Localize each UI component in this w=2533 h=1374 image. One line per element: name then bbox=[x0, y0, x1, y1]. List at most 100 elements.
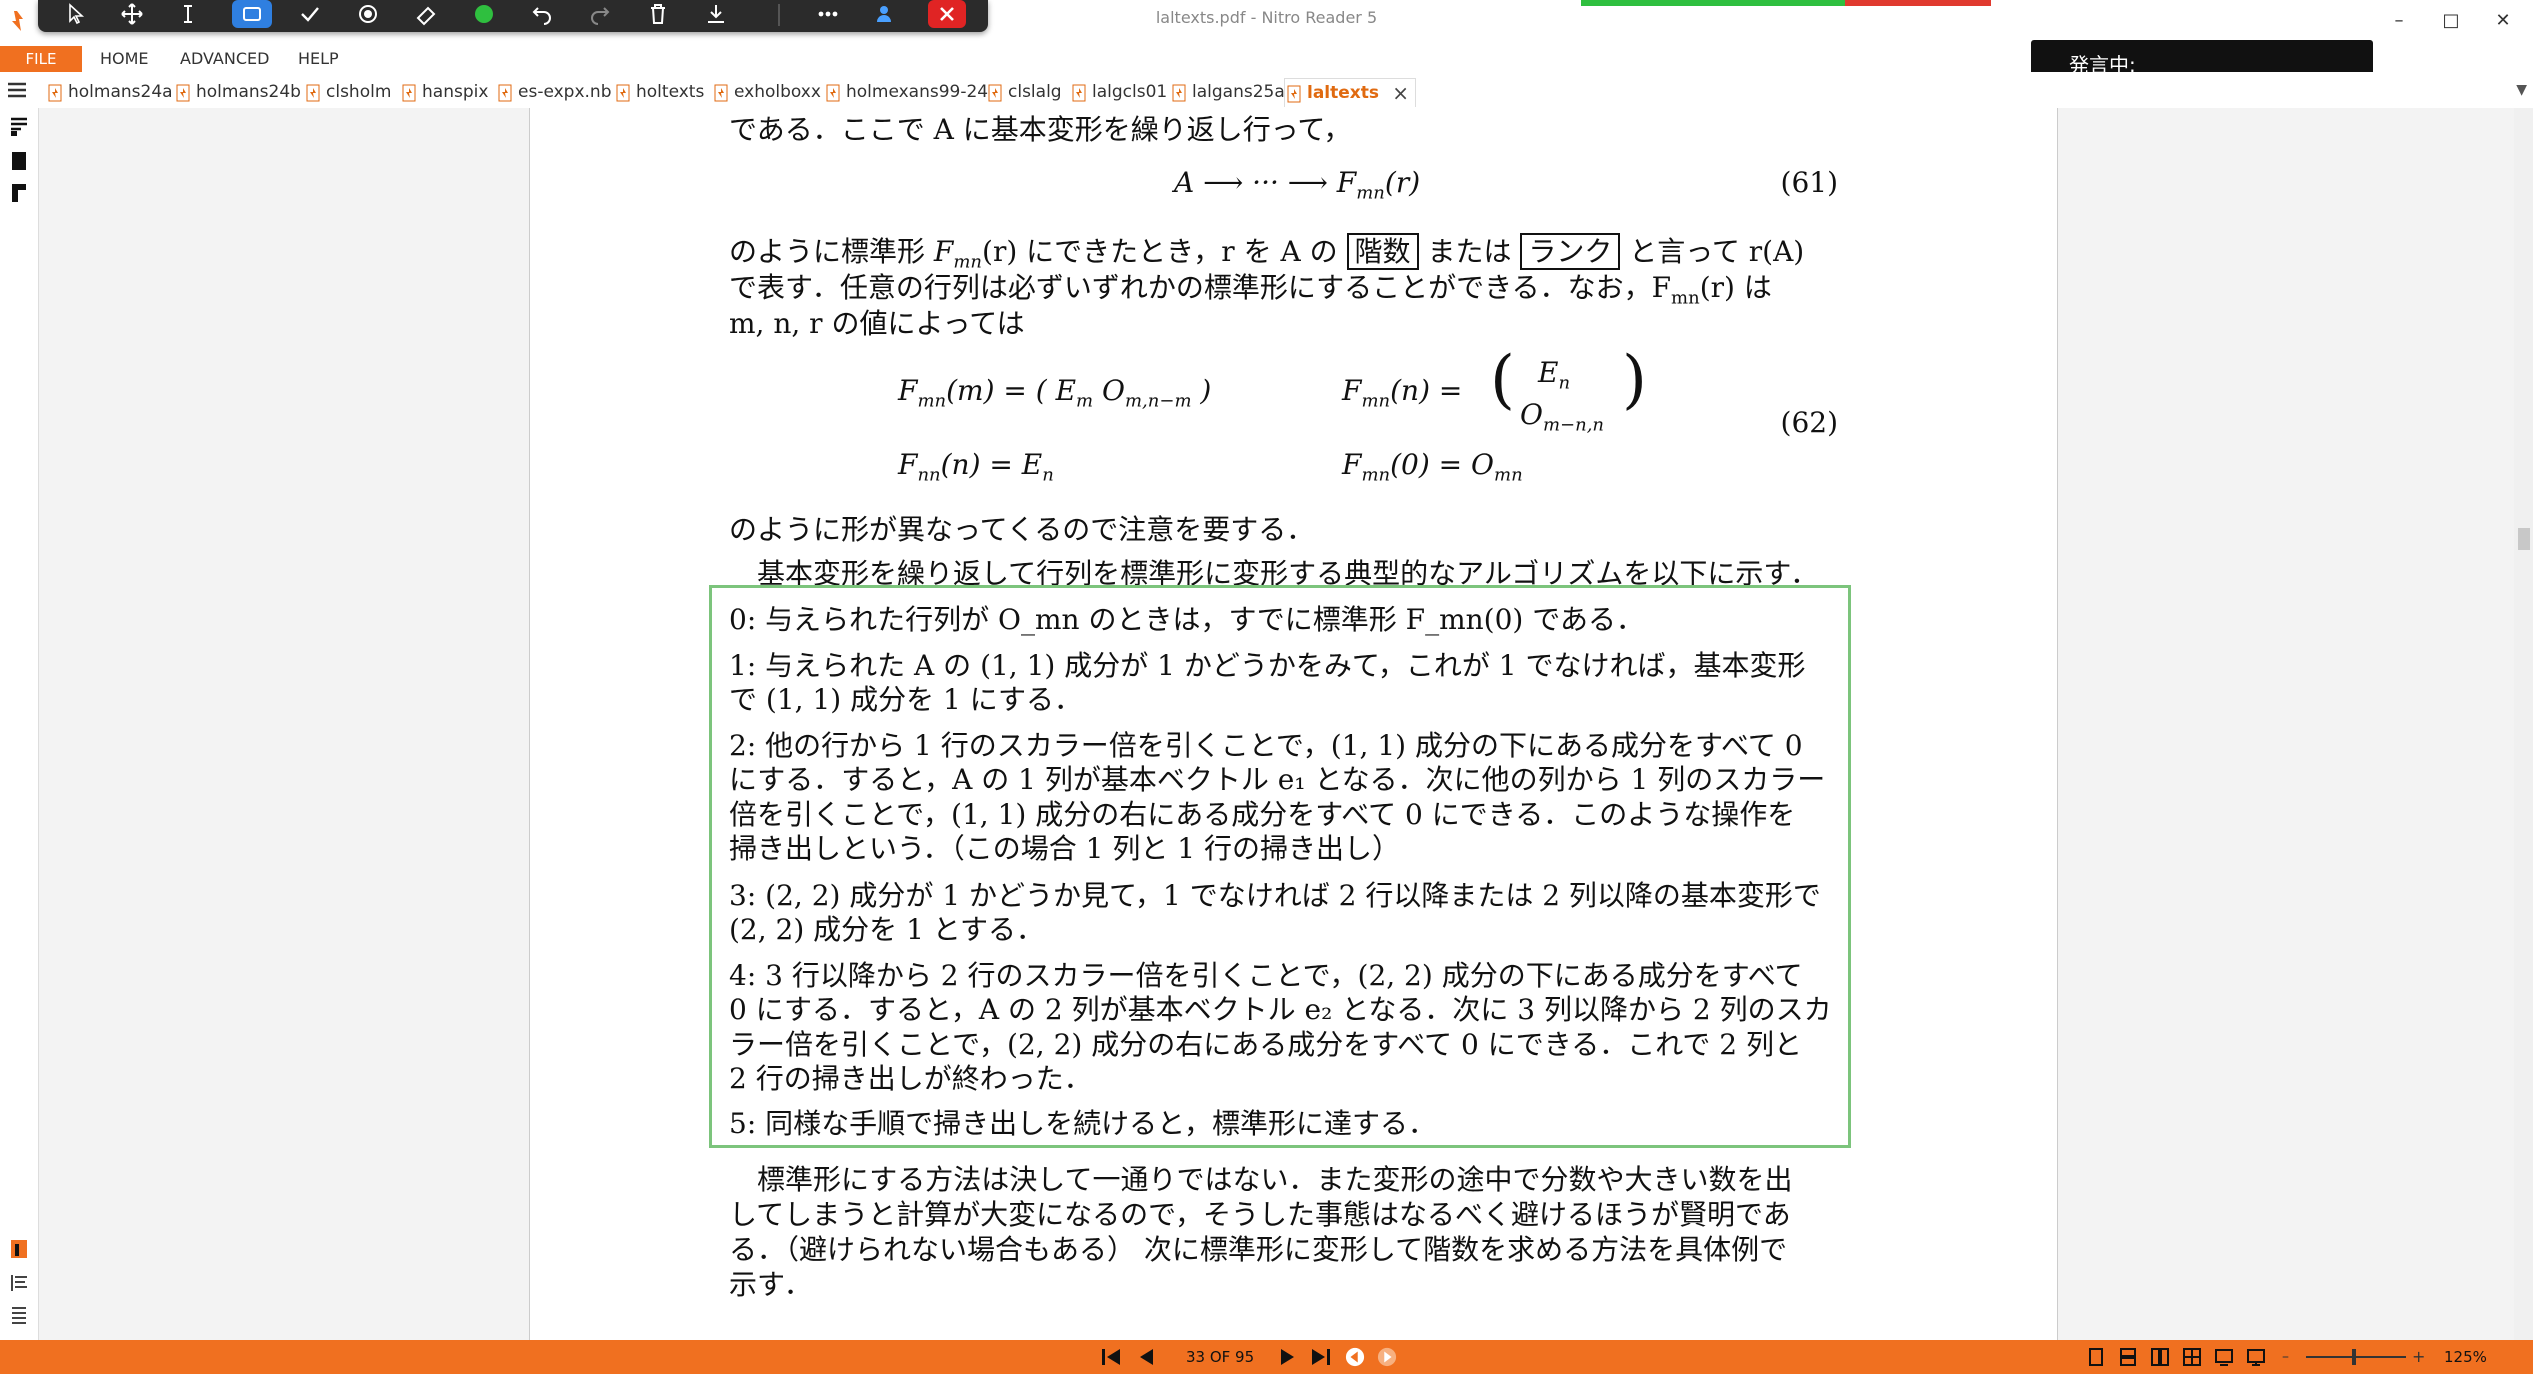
page-counter[interactable]: 33 OF 95 bbox=[1186, 1340, 1254, 1374]
pdf-page[interactable]: である．ここで A に基本変形を繰り返し行って， A ⟶ ··· ⟶ Fmn(r… bbox=[529, 108, 2058, 1340]
tab-laltexts-active[interactable]: laltexts × bbox=[1284, 78, 1416, 107]
redo-icon bbox=[591, 7, 610, 25]
zoom-level[interactable]: 125% bbox=[2444, 1340, 2487, 1374]
zoom-out-icon[interactable]: – bbox=[2282, 1347, 2289, 1367]
tab-lalgans25a[interactable]: lalgans25a bbox=[1170, 78, 1285, 106]
last-page-icon[interactable] bbox=[1308, 1347, 1332, 1367]
facing-continuous-view-icon[interactable] bbox=[2182, 1347, 2202, 1367]
next-page-icon[interactable] bbox=[1278, 1347, 1298, 1367]
list-panel-icon[interactable] bbox=[9, 1304, 29, 1326]
document-tab-bar: holmans24a holmans24b clsholm hanspix es… bbox=[0, 72, 2533, 109]
color-picker-button[interactable] bbox=[464, 0, 504, 28]
tab-hanspix[interactable]: hanspix bbox=[400, 78, 488, 106]
previous-page-icon[interactable] bbox=[1136, 1347, 1156, 1367]
math-span: F bbox=[933, 235, 954, 268]
eq-sub: mn bbox=[1494, 464, 1523, 486]
tab-lalgcls01[interactable]: lalgcls01 bbox=[1070, 78, 1167, 106]
eq-sub: m−n,n bbox=[1542, 414, 1605, 436]
equation-62-d: Fmn(0) = Omn bbox=[1342, 448, 1523, 486]
move-tool-button[interactable] bbox=[112, 0, 152, 28]
scrollbar-thumb[interactable] bbox=[2518, 528, 2530, 550]
eq-sub: nn bbox=[917, 464, 941, 486]
download-button[interactable] bbox=[696, 0, 736, 28]
tab-exholboxx[interactable]: exholboxx bbox=[712, 78, 821, 106]
eq-sub: n bbox=[1558, 372, 1571, 394]
undo-button[interactable] bbox=[522, 0, 562, 28]
eraser-tool-button[interactable] bbox=[406, 0, 446, 28]
minimize-button[interactable]: – bbox=[2380, 6, 2418, 36]
text-span: のように標準形 bbox=[729, 235, 934, 268]
tab-es-expx[interactable]: es-expx.nb bbox=[496, 78, 612, 106]
equation-61: A ⟶ ··· ⟶ Fmn(r) bbox=[1174, 166, 1420, 204]
facing-view-icon[interactable] bbox=[2150, 1347, 2170, 1367]
user-settings-button[interactable] bbox=[866, 0, 906, 28]
tab-list-icon[interactable] bbox=[6, 80, 28, 100]
check-tool-button[interactable] bbox=[290, 0, 330, 28]
more-options-button[interactable] bbox=[808, 0, 848, 28]
right-paren: ) bbox=[1622, 343, 1647, 417]
pdf-file-icon bbox=[48, 84, 62, 102]
tab-holmans24b[interactable]: holmans24b bbox=[174, 78, 301, 106]
eq-sub: mn bbox=[1361, 390, 1391, 412]
recording-level-red bbox=[1845, 0, 1991, 6]
menu-help[interactable]: HELP bbox=[298, 46, 339, 72]
close-toolbar-button[interactable] bbox=[928, 0, 966, 28]
document-viewer[interactable]: である．ここで A に基本変形を繰り返し行って， A ⟶ ··· ⟶ Fmn(r… bbox=[39, 108, 2514, 1340]
menu-file[interactable]: FILE bbox=[0, 46, 82, 72]
tab-label: lalgcls01 bbox=[1092, 82, 1168, 102]
tab-label: clslalg bbox=[1008, 82, 1062, 102]
delete-button[interactable] bbox=[638, 0, 678, 28]
tags-panel-icon[interactable] bbox=[9, 1238, 29, 1260]
vertical-scrollbar[interactable] bbox=[2514, 108, 2533, 1340]
menu-advanced[interactable]: ADVANCED bbox=[180, 46, 269, 72]
menu-home[interactable]: HOME bbox=[100, 46, 149, 72]
maximize-button[interactable]: □ bbox=[2432, 6, 2470, 36]
eq-text: (m) = ( E bbox=[946, 374, 1077, 407]
tab-holtexts[interactable]: holtexts bbox=[614, 78, 704, 106]
eq-text: ) bbox=[1191, 374, 1212, 407]
tab-label: exholboxx bbox=[734, 82, 821, 102]
tab-dropdown-icon[interactable]: ▼ bbox=[2516, 82, 2527, 98]
pages-panel-icon[interactable] bbox=[9, 116, 29, 138]
zoom-slider-thumb[interactable] bbox=[2352, 1349, 2356, 1365]
pdf-file-icon bbox=[402, 84, 416, 102]
zoom-in-icon[interactable]: + bbox=[2412, 1347, 2425, 1367]
tab-label: clsholm bbox=[326, 82, 392, 102]
tab-clslalg[interactable]: clslalg bbox=[986, 78, 1062, 106]
zoom-slider[interactable] bbox=[2306, 1347, 2406, 1367]
bookmarks-panel-icon[interactable] bbox=[9, 150, 29, 172]
eq-sub: mn bbox=[1356, 182, 1385, 204]
outline-panel-icon[interactable] bbox=[9, 1272, 29, 1294]
tab-holmans24a[interactable]: holmans24a bbox=[46, 78, 173, 106]
continuous-view-icon[interactable] bbox=[2118, 1347, 2138, 1367]
pdf-file-icon bbox=[306, 84, 320, 102]
fullscreen-icon[interactable] bbox=[2246, 1347, 2266, 1367]
eq-text: (r) bbox=[1384, 166, 1421, 199]
stamp-tool-button[interactable] bbox=[348, 0, 388, 28]
redo-button[interactable] bbox=[580, 0, 620, 28]
pointer-tool-button[interactable] bbox=[56, 0, 96, 28]
rectangle-tool-button[interactable] bbox=[232, 0, 272, 28]
back-view-icon[interactable] bbox=[1344, 1347, 1366, 1367]
first-page-icon[interactable] bbox=[1100, 1347, 1124, 1367]
text-line: m, n, r の値によっては bbox=[729, 307, 1025, 340]
pdf-file-icon bbox=[1172, 84, 1186, 102]
tab-holmexans99-24[interactable]: holmexans99-24 bbox=[824, 78, 988, 106]
tab-close-icon[interactable]: × bbox=[1392, 79, 1409, 107]
pdf-file-icon bbox=[1072, 84, 1086, 102]
cursor-arrow-icon bbox=[69, 3, 85, 25]
eq-text: E bbox=[1538, 356, 1559, 389]
left-sidebar bbox=[0, 108, 39, 1340]
tab-label: holtexts bbox=[636, 82, 705, 102]
eq-text: (n) = bbox=[1390, 374, 1463, 407]
single-page-view-icon[interactable] bbox=[2086, 1347, 2106, 1367]
tab-clsholm[interactable]: clsholm bbox=[304, 78, 391, 106]
comments-panel-icon[interactable] bbox=[9, 182, 29, 204]
eq-text: F bbox=[898, 374, 918, 407]
eq-sub: m bbox=[1076, 390, 1094, 412]
forward-view-icon[interactable] bbox=[1376, 1347, 1398, 1367]
fit-width-icon[interactable] bbox=[2214, 1347, 2234, 1367]
text-tool-button[interactable] bbox=[168, 0, 208, 28]
algorithm-step: にする．すると，A の 1 列が基本ベクトル e₁ となる．次に他の列から 1 … bbox=[729, 763, 1826, 796]
close-window-button[interactable]: ✕ bbox=[2484, 6, 2522, 36]
